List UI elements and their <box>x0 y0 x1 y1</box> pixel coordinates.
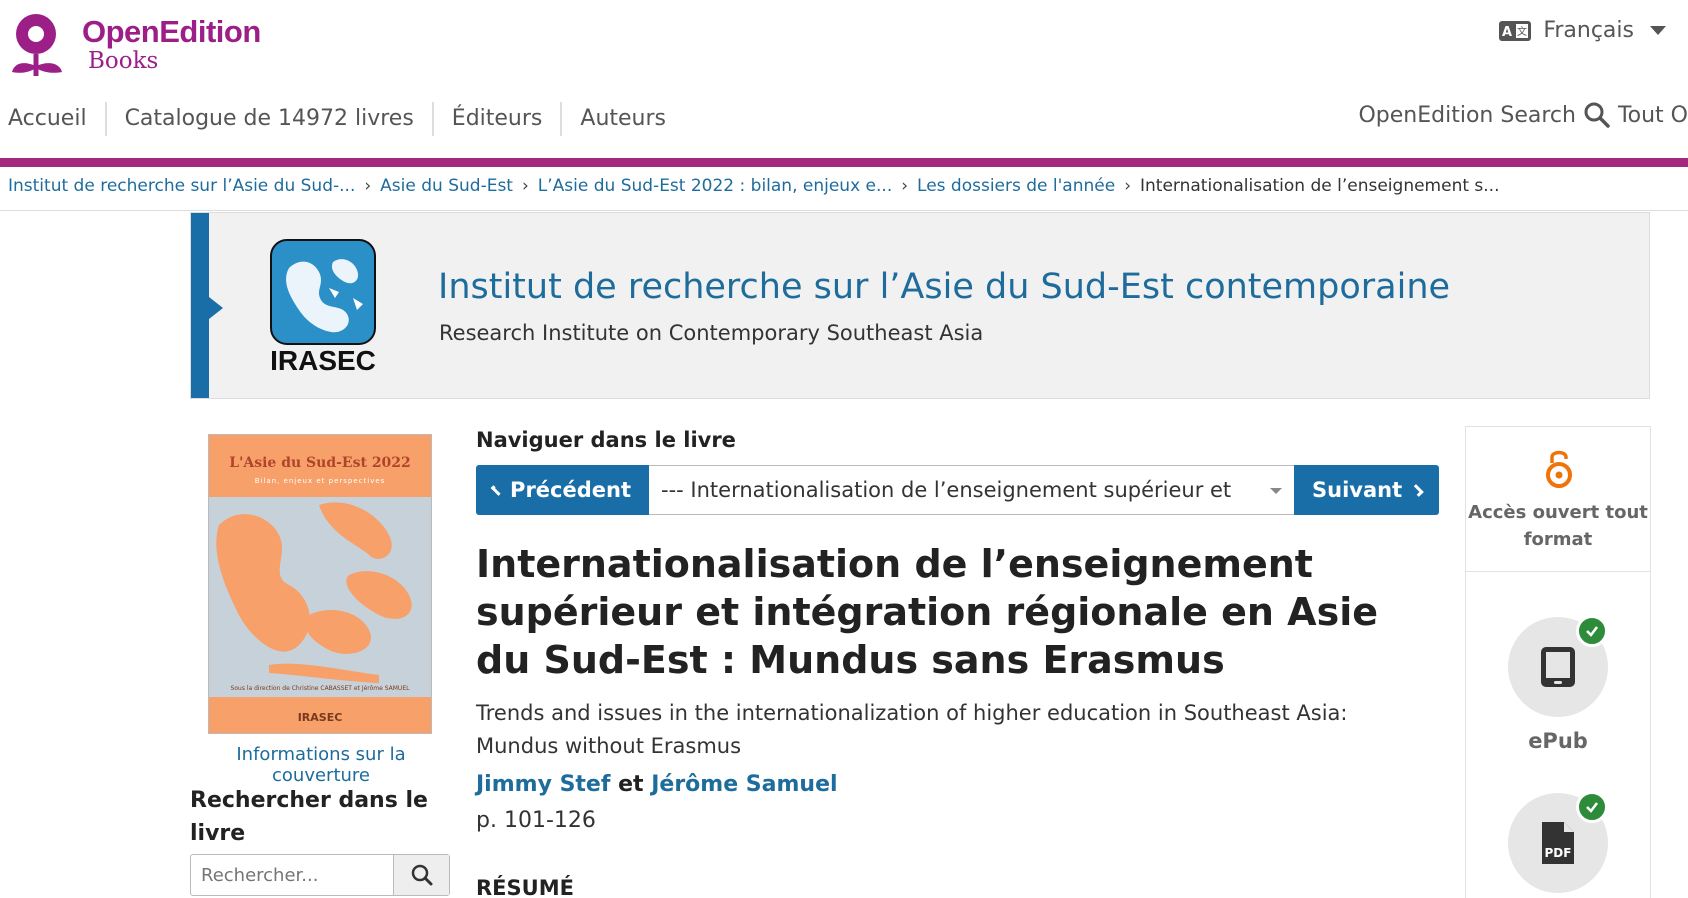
cover-title: L'Asie du Sud-Est 2022 <box>229 455 411 471</box>
main-navigation: Accueil Catalogue de 14972 livres Éditeu… <box>8 102 684 136</box>
author-conjunction: et <box>618 772 644 797</box>
search-icon <box>411 864 432 886</box>
search-label: OpenEdition Search <box>1358 102 1576 128</box>
language-selector[interactable]: A 文 Français <box>1499 18 1666 43</box>
publisher-subtitle: Research Institute on Contemporary South… <box>439 321 984 345</box>
chevron-left-icon <box>490 484 502 496</box>
breadcrumb-separator-icon: › <box>1124 176 1132 196</box>
breadcrumb: Institut de recherche sur l’Asie du Sud-… <box>8 176 1500 196</box>
svg-text:文: 文 <box>1517 25 1527 38</box>
chapter-select-value: --- Internationalisation de l’enseigneme… <box>661 478 1232 502</box>
nav-item-auteurs[interactable]: Auteurs <box>560 102 684 136</box>
next-button[interactable]: Suivant <box>1294 465 1439 515</box>
check-icon <box>1576 615 1608 647</box>
article-authors: Jimmy Stef et Jérôme Samuel <box>476 772 838 797</box>
book-navigation-title: Naviguer dans le livre <box>476 428 736 452</box>
previous-button[interactable]: Précédent <box>476 465 649 515</box>
breadcrumb-item-book[interactable]: L’Asie du Sud-Est 2022 : bilan, enjeux e… <box>538 176 892 196</box>
chevron-right-icon <box>1411 483 1424 497</box>
nav-item-accueil[interactable]: Accueil <box>8 102 105 136</box>
banner-stripe <box>191 213 209 398</box>
book-search-box <box>190 854 450 896</box>
article-pages: p. 101-126 <box>476 808 596 833</box>
breadcrumb-divider <box>0 210 1688 211</box>
breadcrumb-item-section[interactable]: Les dossiers de l'année <box>917 176 1115 196</box>
openedition-search[interactable]: OpenEdition Search Tout O <box>1358 102 1688 128</box>
chevron-down-icon <box>1650 26 1666 35</box>
check-icon <box>1576 791 1608 823</box>
openedition-books-logo[interactable]: OpenEdition Books <box>8 8 268 80</box>
access-panel: Accès ouvert tout format ePub PDF <box>1465 426 1651 898</box>
irasec-logo-text: IRASEC <box>270 345 376 376</box>
next-label: Suivant <box>1312 478 1403 502</box>
book-search-title: Rechercher dans le livre <box>190 788 428 846</box>
cover-info-link[interactable]: Informations sur la couverture <box>190 744 452 786</box>
language-label: Français <box>1543 18 1634 43</box>
translate-icon: A 文 <box>1499 20 1532 41</box>
publisher-banner: IRASEC Institut de recherche sur l’Asie … <box>190 212 1650 399</box>
tablet-icon <box>1541 647 1575 687</box>
accent-bar <box>0 158 1688 167</box>
breadcrumb-item-collection[interactable]: Asie du Sud-Est <box>380 176 513 196</box>
banner-arrow-icon <box>209 297 223 319</box>
breadcrumb-separator-icon: › <box>364 176 372 196</box>
search-icon <box>1584 102 1610 128</box>
open-access-label: Accès ouvert tout format <box>1468 502 1648 550</box>
breadcrumb-separator-icon: › <box>901 176 909 196</box>
book-search-button[interactable] <box>393 855 449 895</box>
flower-logo-icon <box>12 14 62 76</box>
book-search-input[interactable] <box>191 855 393 895</box>
publisher-name[interactable]: Institut de recherche sur l’Asie du Sud-… <box>438 267 1450 307</box>
logo-brand-text: OpenEdition <box>82 14 261 49</box>
breadcrumb-item-current: Internationalisation de l’enseignement s… <box>1140 176 1500 196</box>
cover-direction: Sous la direction de Christine CABASSET … <box>230 685 410 692</box>
pdf-icon-text: PDF <box>1545 846 1572 860</box>
svg-text:A: A <box>1502 25 1512 40</box>
panel-divider <box>1466 571 1650 572</box>
pdf-file-icon: PDF <box>1542 822 1574 864</box>
search-scope-dropdown[interactable]: Tout O <box>1618 103 1688 128</box>
breadcrumb-item-publisher[interactable]: Institut de recherche sur l’Asie du Sud-… <box>8 176 355 196</box>
article-translated-title: Trends and issues in the internationaliz… <box>476 701 1348 758</box>
breadcrumb-separator-icon: › <box>521 176 529 196</box>
epub-label: ePub <box>1528 729 1588 753</box>
cover-subtitle: Bilan, enjeux et perspectives <box>254 477 386 485</box>
nav-item-catalogue[interactable]: Catalogue de 14972 livres <box>104 102 432 136</box>
chapter-select[interactable]: --- Internationalisation de l’enseigneme… <box>649 465 1294 515</box>
open-access-lock-icon <box>1546 450 1572 488</box>
author-link[interactable]: Jérôme Samuel <box>651 772 837 797</box>
article-title: Internationalisation de l’enseignement s… <box>476 542 1378 682</box>
previous-label: Précédent <box>510 478 631 502</box>
author-link[interactable]: Jimmy Stef <box>476 772 610 797</box>
irasec-logo[interactable]: IRASEC <box>269 238 377 378</box>
logo-sub-text: Books <box>88 48 159 74</box>
book-cover[interactable]: L'Asie du Sud-Est 2022 Bilan, enjeux et … <box>208 434 432 734</box>
cover-publisher: IRASEC <box>297 711 343 724</box>
book-navigation-bar: Précédent --- Internationalisation de l’… <box>476 465 1439 515</box>
abstract-heading: RÉSUMÉ <box>476 876 574 898</box>
nav-item-editeurs[interactable]: Éditeurs <box>431 102 561 136</box>
chevron-down-icon <box>1270 488 1282 494</box>
